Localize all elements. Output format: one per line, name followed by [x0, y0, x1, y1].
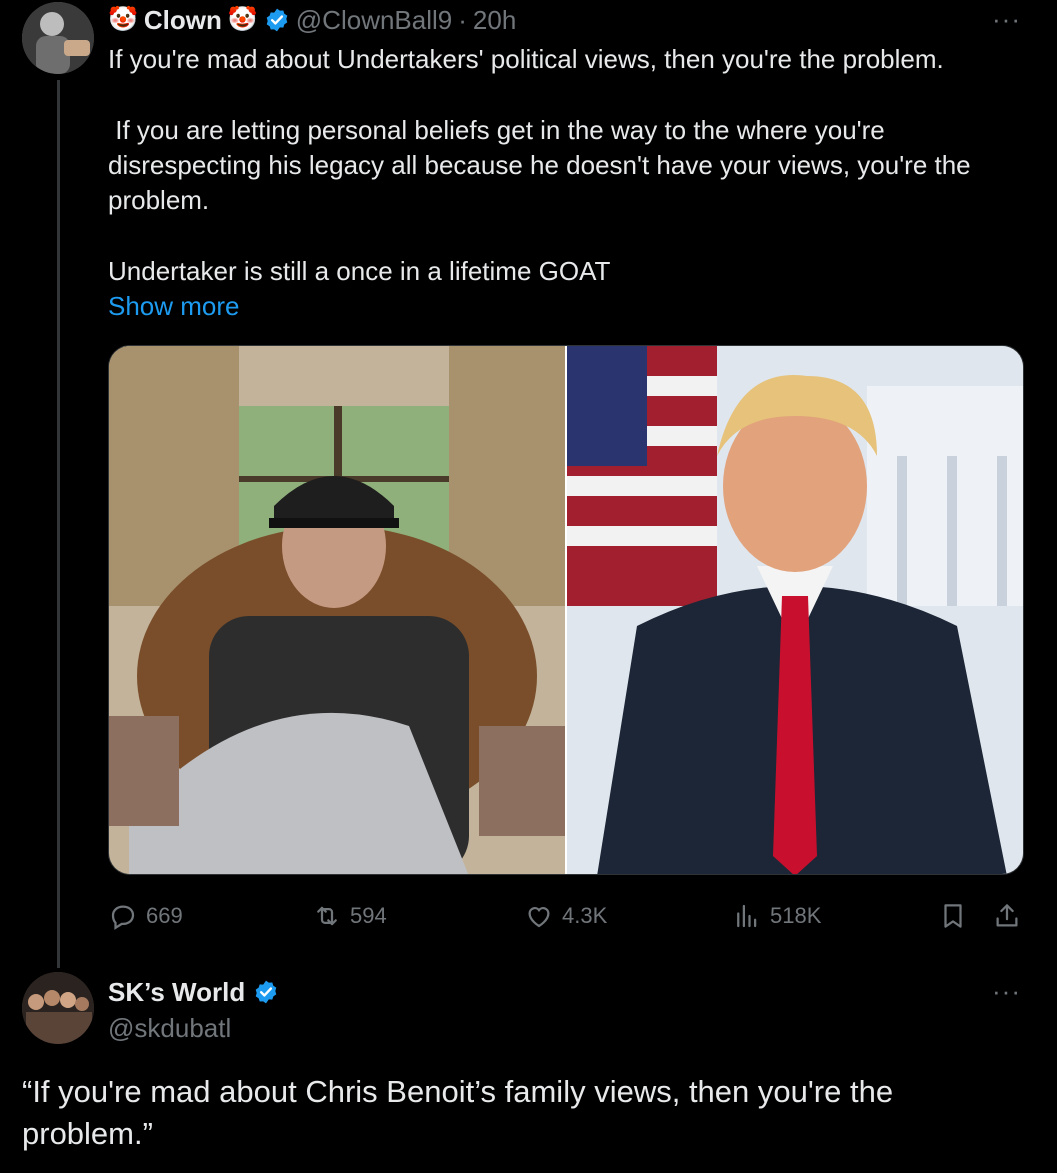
like-count: 4.3K — [562, 903, 608, 928]
user-handle[interactable]: @ClownBall9 — [296, 5, 452, 36]
reply-icon — [111, 905, 135, 930]
tweet-text-paragraph-1: If you're mad about Undertakers' politic… — [108, 44, 944, 74]
reply-count: 669 — [146, 903, 183, 928]
thread-connector-line — [57, 80, 60, 968]
portrait-photo — [567, 346, 1023, 874]
show-more-link[interactable]: Show more — [108, 289, 240, 324]
avatar-2-photo — [22, 972, 94, 1044]
share-button[interactable] — [992, 898, 1022, 934]
like-icon — [528, 907, 550, 928]
tweet-text-paragraph-3: Undertaker is still a once in a lifetime… — [108, 256, 611, 286]
tweet-2-text: “If you're mad about Chris Benoit’s fami… — [22, 1074, 894, 1151]
display-name-2[interactable]: SK’s World — [108, 977, 245, 1008]
more-icon-2[interactable]: ··· — [992, 976, 1021, 1007]
timestamp[interactable]: 20h — [473, 5, 516, 36]
views-button[interactable]: 518K — [732, 898, 821, 934]
tweet-media[interactable] — [108, 345, 1024, 875]
tweet-2-header: SK’s World — [108, 974, 279, 1010]
seated-man-photo — [109, 346, 565, 874]
clown-emoji-left: 🤡 — [108, 6, 138, 33]
bookmark-button[interactable] — [938, 898, 968, 934]
bookmark-icon — [944, 904, 962, 928]
tweet-actions: 669 594 4.3K 518K — [108, 898, 1024, 934]
verified-badge-icon — [266, 8, 288, 32]
view-count: 518K — [770, 903, 822, 928]
separator-dot: · — [458, 4, 467, 35]
verified-badge-icon — [255, 980, 277, 1004]
user-handle-2[interactable]: @skdubatl — [108, 1010, 231, 1046]
retweet-count: 594 — [350, 903, 387, 928]
avatar-2[interactable] — [22, 972, 94, 1044]
more-icon[interactable]: ··· — [992, 4, 1021, 35]
media-photo-right — [567, 346, 1023, 874]
clown-emoji-right: 🤡 — [227, 6, 258, 33]
retweet-icon — [317, 906, 337, 926]
media-photo-left — [109, 346, 565, 874]
avatar[interactable] — [22, 2, 94, 74]
share-icon — [996, 904, 1018, 927]
like-button[interactable]: 4.3K — [524, 898, 607, 934]
reply-button[interactable]: 669 — [108, 898, 183, 934]
retweet-button[interactable]: 594 — [312, 898, 387, 934]
avatar-photo — [22, 2, 94, 74]
display-name[interactable]: Clown — [144, 5, 222, 36]
tweet-text-paragraph-2: If you are letting personal beliefs get … — [108, 115, 978, 215]
views-icon — [737, 904, 757, 928]
tweet-header: 🤡 Clown 🤡 @ClownBall9 · 20h — [108, 2, 516, 38]
